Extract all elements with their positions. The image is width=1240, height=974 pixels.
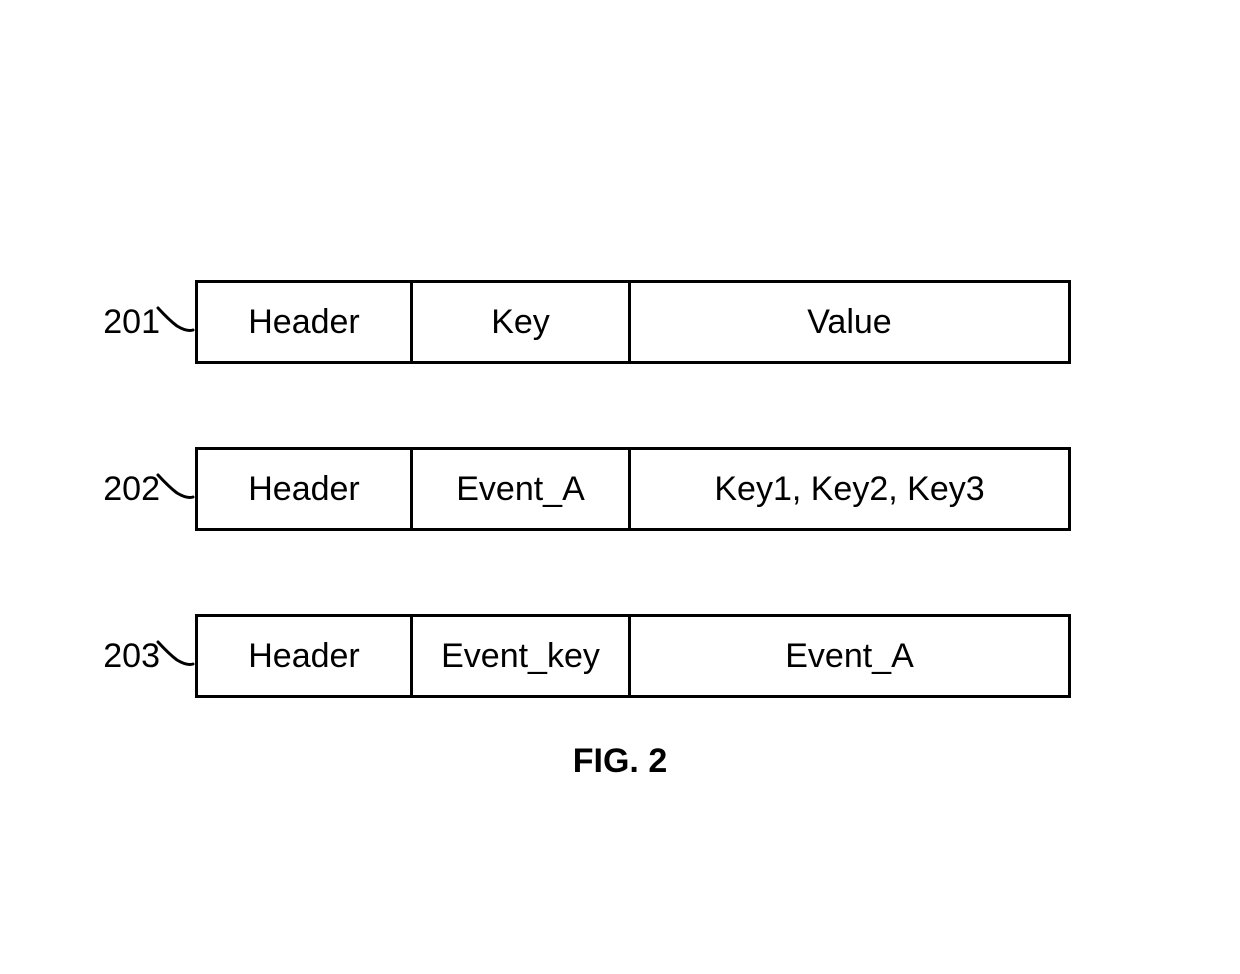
row-label: 202 bbox=[95, 470, 160, 509]
figure-caption: FIG. 2 bbox=[0, 742, 1240, 781]
row-201: 201 Header Key Value bbox=[95, 280, 1071, 364]
cell-header: Header bbox=[195, 447, 413, 531]
connector-icon bbox=[155, 302, 195, 342]
cell-value: Value bbox=[631, 280, 1071, 364]
box-group: Header Key Value bbox=[195, 280, 1071, 364]
cell-header: Header bbox=[195, 614, 413, 698]
row-label: 203 bbox=[95, 637, 160, 676]
cell-event: Event_A bbox=[413, 447, 631, 531]
cell-event-key: Event_key bbox=[413, 614, 631, 698]
box-group: Header Event_key Event_A bbox=[195, 614, 1071, 698]
cell-key: Key bbox=[413, 280, 631, 364]
row-203: 203 Header Event_key Event_A bbox=[95, 614, 1071, 698]
connector-icon bbox=[155, 469, 195, 509]
cell-header: Header bbox=[195, 280, 413, 364]
box-group: Header Event_A Key1, Key2, Key3 bbox=[195, 447, 1071, 531]
row-202: 202 Header Event_A Key1, Key2, Key3 bbox=[95, 447, 1071, 531]
cell-event-a: Event_A bbox=[631, 614, 1071, 698]
cell-keys: Key1, Key2, Key3 bbox=[631, 447, 1071, 531]
connector-icon bbox=[155, 636, 195, 676]
row-label: 201 bbox=[95, 303, 160, 342]
